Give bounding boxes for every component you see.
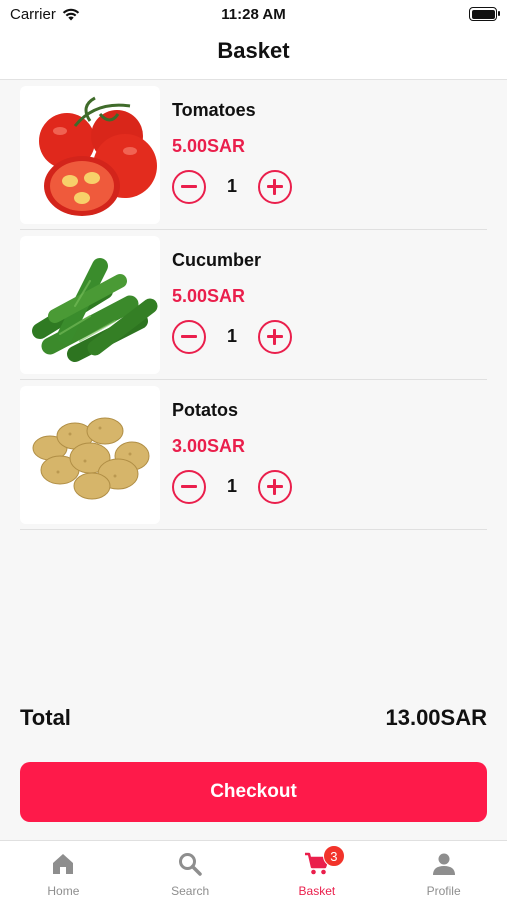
tab-profile[interactable]: Profile (380, 841, 507, 900)
item-price: 5.00SAR (172, 136, 246, 156)
decrease-quantity-button[interactable] (172, 320, 206, 354)
tab-label: Basket (298, 884, 336, 898)
decrease-quantity-button[interactable] (172, 170, 206, 204)
checkout-button[interactable]: Checkout (20, 762, 487, 822)
basket-item-cucumber: Cucumber 5.00SAR 1 (20, 230, 487, 380)
basket-item-potatos: Potatos 3.00SAR 1 (20, 380, 487, 530)
total-amount: 13.00SAR (385, 705, 487, 730)
profile-icon (432, 853, 455, 875)
tab-bar: Home Search 3 Basket Profile (0, 840, 507, 900)
basket-item-tomatoes: Tomatoes 5.00SAR 1 (20, 80, 487, 230)
total-label: Total (20, 705, 71, 730)
page-title: Basket (217, 38, 290, 63)
increase-quantity-button[interactable] (258, 320, 292, 354)
tab-label: Home (47, 884, 80, 898)
quantity-stepper: 1 (172, 320, 302, 354)
navigation-bar: Basket (0, 28, 507, 80)
tab-home[interactable]: Home (0, 841, 127, 900)
quantity-stepper: 1 (172, 470, 302, 504)
quantity-value: 1 (226, 476, 237, 496)
quantity-stepper: 1 (172, 170, 302, 204)
tab-basket[interactable]: 3 Basket (254, 841, 381, 900)
status-bar: Carrier 11:28 AM (0, 0, 507, 28)
tab-label: Search (171, 884, 210, 898)
potatoes-image (20, 386, 160, 524)
home-icon (53, 854, 74, 874)
increase-quantity-button[interactable] (258, 470, 292, 504)
search-icon (179, 853, 202, 876)
item-price: 3.00SAR (172, 436, 246, 456)
clock: 11:28 AM (221, 6, 286, 23)
decrease-quantity-button[interactable] (172, 470, 206, 504)
tab-search[interactable]: Search (127, 841, 254, 900)
quantity-value: 1 (226, 176, 237, 196)
cucumber-image (20, 236, 160, 374)
battery-icon (469, 7, 500, 21)
item-name: Cucumber (172, 250, 262, 270)
item-name: Potatos (172, 400, 239, 420)
quantity-value: 1 (226, 326, 237, 346)
increase-quantity-button[interactable] (258, 170, 292, 204)
item-name: Tomatoes (172, 100, 256, 120)
cart-count-badge: 3 (322, 845, 345, 867)
tomatoes-image (20, 86, 160, 224)
total-row: Total 13.00SAR (20, 705, 487, 735)
item-price: 5.00SAR (172, 286, 246, 306)
tab-label: Profile (426, 884, 461, 898)
